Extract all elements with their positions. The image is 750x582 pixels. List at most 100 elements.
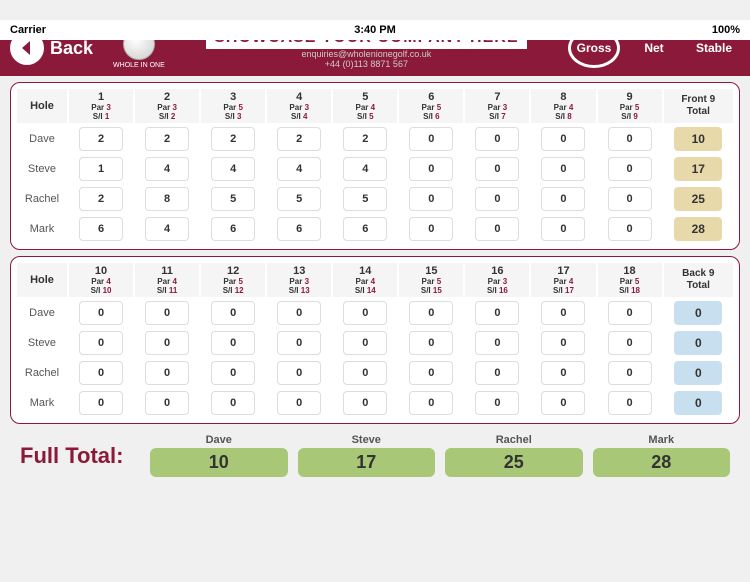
score-cell[interactable]: 0 — [333, 359, 397, 387]
score-cell[interactable]: 4 — [267, 155, 331, 183]
score-cell[interactable]: 0 — [531, 125, 595, 153]
score-cell[interactable]: 0 — [201, 329, 265, 357]
h2-header: 2 Par 3 S/I 2 — [135, 89, 199, 123]
score-cell[interactable]: 2 — [267, 125, 331, 153]
score-cell[interactable]: 0 — [465, 185, 529, 213]
score-cell[interactable]: 5 — [267, 185, 331, 213]
score-cell[interactable]: 0 — [399, 155, 463, 183]
score-cell[interactable]: 8 — [135, 185, 199, 213]
carrier-label: Carrier — [10, 24, 46, 36]
player-name: Steve — [17, 329, 67, 357]
table-row: Dave0000000000 — [17, 299, 733, 327]
score-cell[interactable]: 0 — [465, 389, 529, 417]
score-cell[interactable]: 0 — [465, 155, 529, 183]
player-name: Rachel — [17, 185, 67, 213]
score-cell[interactable]: 0 — [598, 215, 662, 243]
score-cell[interactable]: 0 — [135, 329, 199, 357]
score-cell[interactable]: 0 — [531, 299, 595, 327]
score-cell[interactable]: 0 — [69, 329, 133, 357]
score-cell[interactable]: 4 — [135, 215, 199, 243]
score-cell[interactable]: 0 — [465, 329, 529, 357]
score-cell[interactable]: 2 — [333, 125, 397, 153]
score-cell[interactable]: 0 — [598, 389, 662, 417]
score-cell[interactable]: 0 — [267, 299, 331, 327]
h4-header: 4 Par 3 S/I 4 — [267, 89, 331, 123]
score-cell[interactable]: 0 — [333, 329, 397, 357]
score-cell[interactable]: 0 — [399, 185, 463, 213]
score-cell[interactable]: 6 — [267, 215, 331, 243]
player-total-column: Rachel25 — [445, 434, 583, 477]
player-name: Dave — [17, 125, 67, 153]
score-cell[interactable]: 0 — [531, 329, 595, 357]
score-cell[interactable]: 5 — [333, 185, 397, 213]
score-cell[interactable]: 0 — [135, 389, 199, 417]
score-cell[interactable]: 6 — [201, 215, 265, 243]
score-cell[interactable]: 0 — [598, 359, 662, 387]
score-cell[interactable]: 4 — [333, 155, 397, 183]
score-cell[interactable]: 0 — [531, 359, 595, 387]
score-cell[interactable]: 6 — [69, 215, 133, 243]
main-content: Hole 1 Par 3 S/I 1 2 Par 3 S/I 2 3 — [0, 76, 750, 487]
score-cell[interactable]: 0 — [201, 389, 265, 417]
player-name: Dave — [17, 299, 67, 327]
score-cell[interactable]: 0 — [201, 299, 265, 327]
score-cell[interactable]: 0 — [135, 299, 199, 327]
score-cell[interactable]: 0 — [531, 155, 595, 183]
score-cell[interactable]: 0 — [598, 185, 662, 213]
score-cell[interactable]: 0 — [399, 299, 463, 327]
table-row: Rachel28555000025 — [17, 185, 733, 213]
player-total-name: Dave — [206, 434, 232, 446]
score-cell[interactable]: 0 — [465, 299, 529, 327]
score-cell[interactable]: 0 — [69, 299, 133, 327]
player-total-value: 25 — [445, 448, 583, 477]
h17-header: 17 Par 4 S/I 17 — [531, 263, 595, 297]
score-cell[interactable]: 0 — [69, 389, 133, 417]
score-cell[interactable]: 0 — [135, 359, 199, 387]
score-cell[interactable]: 0 — [399, 389, 463, 417]
score-cell[interactable]: 6 — [333, 215, 397, 243]
battery-label: 100% — [712, 24, 740, 36]
table-row: Mark64666000028 — [17, 215, 733, 243]
score-cell[interactable]: 0 — [399, 215, 463, 243]
player-name: Mark — [17, 389, 67, 417]
back9-total-header: Back 9Total — [664, 263, 733, 297]
score-cell[interactable]: 0 — [598, 125, 662, 153]
score-cell[interactable]: 0 — [531, 185, 595, 213]
score-cell[interactable]: 0 — [399, 359, 463, 387]
score-cell[interactable]: 2 — [135, 125, 199, 153]
score-cell[interactable]: 2 — [69, 125, 133, 153]
full-total-section: Full Total: Dave10Steve17Rachel25Mark28 — [10, 430, 740, 481]
player-total-name: Mark — [648, 434, 674, 446]
back9-table: Hole 10 Par 4 S/I 10 11 Par 4 S/I 11 — [15, 261, 735, 419]
score-cell[interactable]: 0 — [399, 125, 463, 153]
score-cell[interactable]: 0 — [465, 215, 529, 243]
score-cell[interactable]: 0 — [465, 125, 529, 153]
score-cell[interactable]: 5 — [201, 185, 265, 213]
score-cell[interactable]: 0 — [201, 359, 265, 387]
player-total-value: 28 — [593, 448, 731, 477]
score-cell[interactable]: 0 — [598, 299, 662, 327]
h5-header: 5 Par 4 S/I 5 — [333, 89, 397, 123]
score-cell[interactable]: 4 — [201, 155, 265, 183]
score-cell[interactable]: 2 — [201, 125, 265, 153]
front9-scorecard: Hole 1 Par 3 S/I 1 2 Par 3 S/I 2 3 — [10, 82, 740, 250]
score-cell[interactable]: 0 — [598, 329, 662, 357]
h15-header: 15 Par 5 S/I 15 — [399, 263, 463, 297]
score-cell[interactable]: 0 — [267, 359, 331, 387]
table-row: Dave22222000010 — [17, 125, 733, 153]
score-cell[interactable]: 0 — [267, 389, 331, 417]
score-cell[interactable]: 0 — [399, 329, 463, 357]
score-cell[interactable]: 4 — [135, 155, 199, 183]
score-cell[interactable]: 0 — [333, 299, 397, 327]
score-cell[interactable]: 0 — [598, 155, 662, 183]
company-email: enquiries@wholenionegolf.co.uk — [175, 49, 558, 59]
h14-header: 14 Par 4 S/I 14 — [333, 263, 397, 297]
score-cell[interactable]: 0 — [333, 389, 397, 417]
score-cell[interactable]: 0 — [465, 359, 529, 387]
score-cell[interactable]: 0 — [531, 389, 595, 417]
score-cell[interactable]: 0 — [69, 359, 133, 387]
score-cell[interactable]: 0 — [531, 215, 595, 243]
score-cell[interactable]: 2 — [69, 185, 133, 213]
score-cell[interactable]: 1 — [69, 155, 133, 183]
score-cell[interactable]: 0 — [267, 329, 331, 357]
